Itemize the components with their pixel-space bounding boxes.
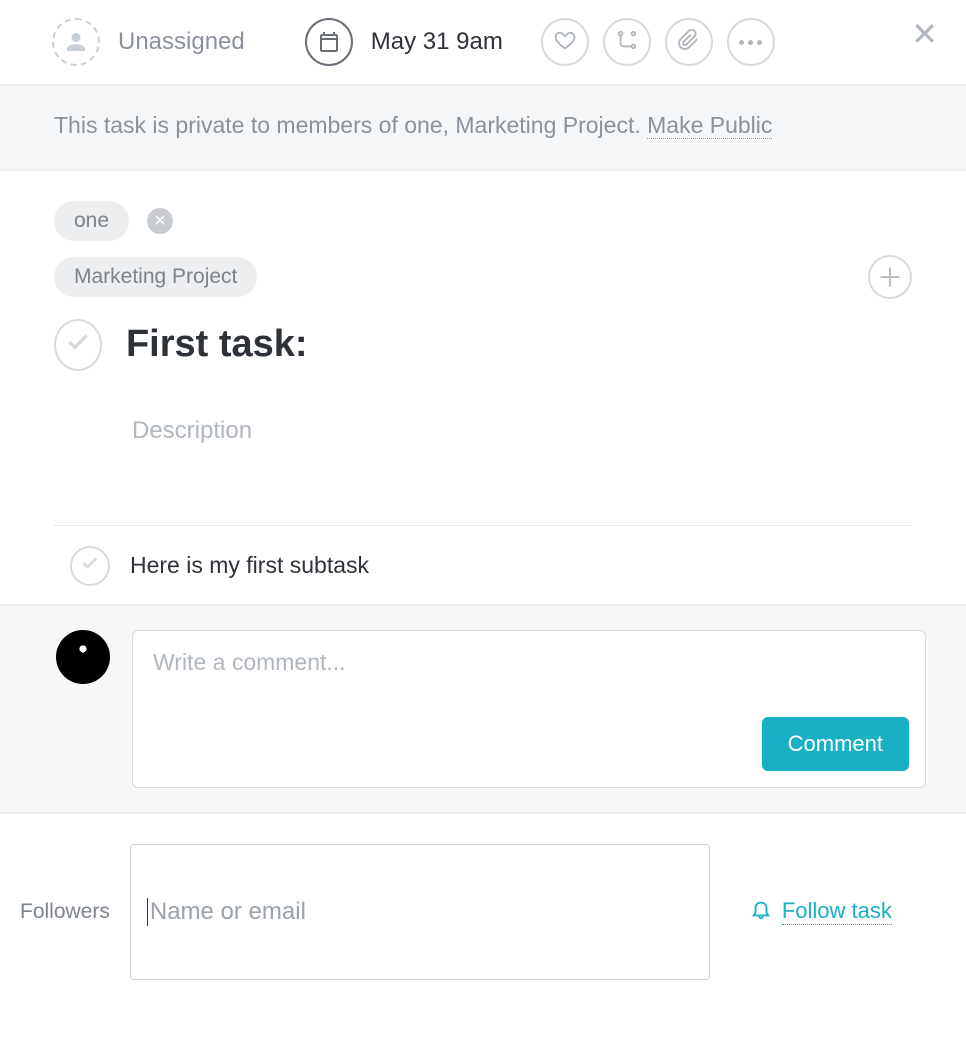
project-tags-row-1: one ✕ [54, 201, 912, 255]
check-icon [65, 329, 91, 360]
attachment-button[interactable] [665, 18, 713, 66]
plus-icon: ＋ [877, 258, 903, 295]
followers-input-placeholder: Name or email [147, 898, 306, 926]
more-button[interactable] [727, 18, 775, 66]
follow-task-button[interactable]: Follow task [750, 898, 892, 926]
calendar-icon [305, 18, 353, 66]
bell-icon [750, 898, 772, 926]
subtask-icon [616, 29, 638, 56]
add-project-button[interactable]: ＋ [868, 255, 912, 299]
project-tag[interactable]: Marketing Project [54, 257, 257, 297]
project-tag[interactable]: one [54, 201, 129, 241]
due-date-button[interactable]: May 31 9am [305, 18, 503, 66]
subtasks-button[interactable] [603, 18, 651, 66]
privacy-text: This task is private to members of one, … [54, 112, 647, 138]
followers-section: Followers Name or email Follow task [0, 812, 966, 1010]
project-tags-row-2: Marketing Project ＋ [54, 255, 912, 299]
followers-label: Followers [20, 900, 110, 924]
remove-tag-button[interactable]: ✕ [147, 208, 173, 234]
close-icon: ✕ [153, 211, 166, 231]
subtask-row[interactable]: Here is my first subtask [70, 546, 912, 586]
subtask-title[interactable]: Here is my first subtask [130, 552, 369, 579]
task-toolbar: Unassigned May 31 9am ✕ [0, 0, 966, 86]
like-button[interactable] [541, 18, 589, 66]
assignee-button[interactable]: Unassigned [52, 18, 245, 66]
task-title-input[interactable]: First task: [126, 323, 912, 366]
task-title-row: First task: [54, 319, 912, 371]
task-description-input[interactable]: Description [132, 417, 912, 445]
divider [54, 525, 912, 526]
heart-icon [554, 29, 576, 56]
person-icon [52, 18, 100, 66]
comment-input[interactable]: Write a comment... Comment [132, 630, 926, 788]
close-icon: ✕ [911, 16, 938, 52]
user-avatar[interactable] [56, 630, 110, 684]
comment-placeholder: Write a comment... [153, 649, 346, 675]
toolbar-actions [541, 18, 775, 66]
paperclip-icon [678, 29, 700, 56]
followers-input[interactable]: Name or email [130, 844, 710, 980]
comment-section: Write a comment... Comment [0, 604, 966, 812]
complete-task-button[interactable] [54, 319, 102, 371]
follow-task-label: Follow task [782, 898, 892, 925]
complete-subtask-button[interactable] [70, 546, 110, 586]
ellipsis-icon [739, 40, 762, 45]
privacy-notice: This task is private to members of one, … [0, 86, 966, 171]
comment-submit-button[interactable]: Comment [762, 717, 909, 771]
assignee-label: Unassigned [118, 28, 245, 56]
due-date-label: May 31 9am [371, 28, 503, 56]
make-public-link[interactable]: Make Public [647, 112, 772, 139]
check-icon [80, 553, 100, 578]
close-button[interactable]: ✕ [911, 18, 938, 50]
task-body: one ✕ Marketing Project ＋ First task: De… [0, 171, 966, 586]
